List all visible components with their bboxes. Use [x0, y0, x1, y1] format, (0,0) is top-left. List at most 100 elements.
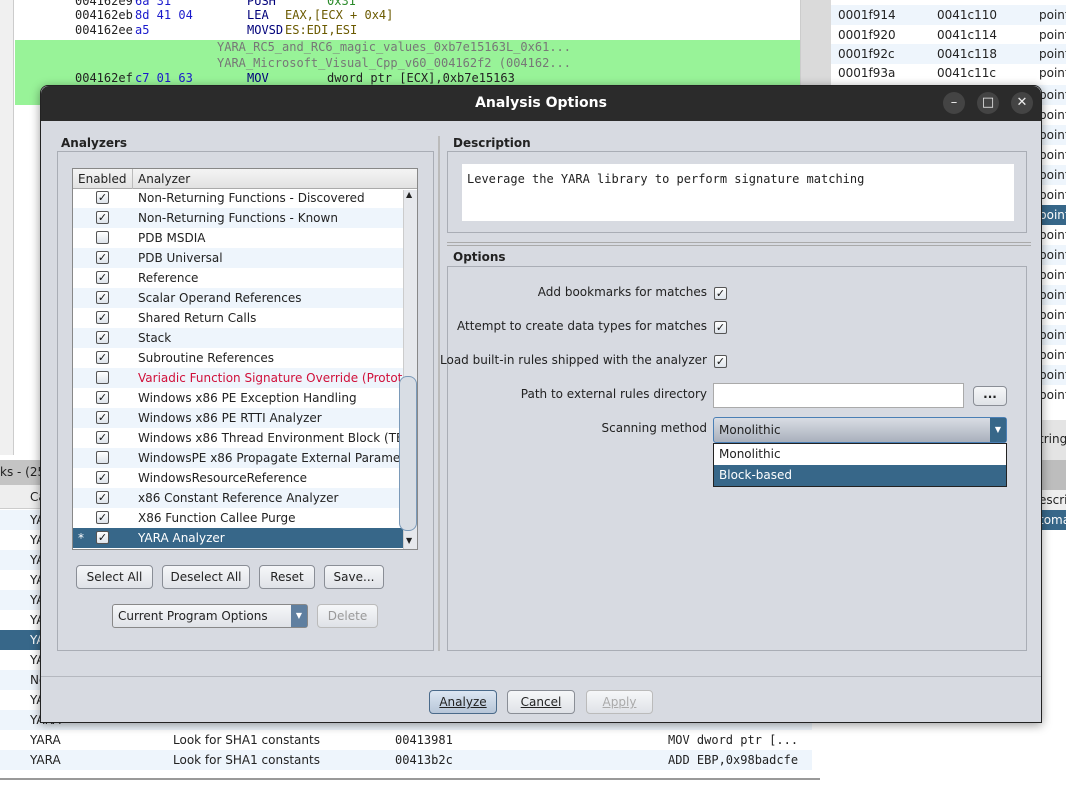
analyzer-table[interactable]: Enabled Analyzer ✓ Non-Returning Function… [72, 168, 418, 550]
analyzer-name: YARA Analyzer [138, 531, 225, 545]
create-types-checkbox[interactable]: ✓ [714, 321, 727, 334]
analyzer-enabled-checkbox[interactable]: ✓ [96, 531, 109, 544]
analyzer-row[interactable]: ✓ Windows x86 PE Exception Handling [73, 388, 403, 408]
analyzer-row[interactable]: ✓ Subroutine References [73, 348, 403, 368]
label-text: YARA_RC5_and_RC6_magic_values_0xb7e15163… [217, 40, 572, 54]
scan-method-select[interactable]: Monolithic ▼ [713, 417, 1007, 443]
analyzer-row[interactable]: WindowsPE x86 Propagate External Paramet… [73, 448, 403, 468]
analyzer-enabled-checkbox[interactable]: ✓ [96, 291, 109, 304]
analyzer-row[interactable]: ✓ Scalar Operand References [73, 288, 403, 308]
deselect-all-button[interactable]: Deselect All [162, 565, 250, 589]
options-combo[interactable]: Current Program Options ▼ [112, 604, 308, 628]
cancel-button[interactable]: Cancel [507, 690, 575, 714]
scroll-up-icon[interactable]: ▲ [406, 190, 412, 199]
analyzer-row[interactable]: ✓ Reference [73, 268, 403, 288]
analyzer-enabled-checkbox[interactable]: ✓ [96, 491, 109, 504]
analyzer-enabled-checkbox[interactable]: ✓ [96, 391, 109, 404]
analyzer-row[interactable]: PDB MSDIA [73, 228, 403, 248]
table-row[interactable]: 0001f93a 0041c11c point [831, 63, 1066, 83]
analyzer-name: Scalar Operand References [138, 291, 302, 305]
analyzer-enabled-checkbox[interactable]: ✓ [96, 271, 109, 284]
analyzer-enabled-checkbox[interactable] [96, 231, 109, 244]
path-label: Path to external rules directory [520, 387, 707, 401]
cell: 0001f93a [838, 66, 896, 80]
analyzer-enabled-checkbox[interactable] [96, 371, 109, 384]
minimize-icon[interactable]: – [943, 92, 965, 114]
analyzer-enabled-checkbox[interactable]: ✓ [96, 211, 109, 224]
cell: YARA [30, 753, 61, 767]
analyzer-row[interactable]: ✓ X86 Function Callee Purge [73, 508, 403, 528]
path-input[interactable] [713, 383, 964, 408]
analyzer-row[interactable]: ✓ Windows x86 Thread Environment Block (T… [73, 428, 403, 448]
dropdown-option-block-based[interactable]: Block-based [714, 465, 1006, 486]
scan-method-dropdown[interactable]: Monolithic Block-based [713, 443, 1007, 487]
add-bookmarks-checkbox[interactable]: ✓ [714, 287, 727, 300]
analyzer-enabled-checkbox[interactable]: ✓ [96, 351, 109, 364]
cell: toma [1039, 513, 1066, 527]
chevron-down-icon[interactable]: ▼ [291, 605, 307, 627]
table-row[interactable]: YARA Look for SHA1 constants 00413b2c ADD E… [0, 750, 812, 770]
analyzer-enabled-checkbox[interactable]: ✓ [96, 431, 109, 444]
bytes: 6a 31 [135, 0, 172, 8]
analyzer-row[interactable]: ✓ Windows x86 PE RTTI Analyzer [73, 408, 403, 428]
analyzer-row[interactable]: * ✓ YARA Analyzer [73, 528, 403, 548]
analyzer-row[interactable]: ✓ Non-Returning Functions - Discovered [73, 190, 403, 208]
analyzer-scrollbar[interactable]: ▲ ▼ [399, 190, 417, 549]
analyzer-enabled-checkbox[interactable]: ✓ [96, 191, 109, 204]
analyzer-row[interactable]: ✓ Non-Returning Functions - Known [73, 208, 403, 228]
table-row[interactable]: YARA Look for SHA1 constants 00413981 MOV d… [0, 730, 812, 750]
title-bar[interactable]: Analysis Options – □ ✕ [41, 86, 1041, 121]
analyzer-row[interactable]: Variadic Function Signature Override (Pr… [73, 368, 403, 388]
table-row[interactable]: 0001f914 0041c110 point [831, 5, 1066, 25]
analyzer-enabled-checkbox[interactable]: ✓ [96, 311, 109, 324]
scan-method-label: Scanning method [601, 421, 708, 435]
browse-button[interactable]: ... [973, 386, 1007, 406]
table-row[interactable]: 0001f920 0041c114 point [831, 25, 1066, 45]
split-handle[interactable] [447, 242, 1031, 246]
modified-marker: * [78, 531, 84, 545]
analyzer-name: Windows x86 PE RTTI Analyzer [138, 411, 322, 425]
scroll-thumb[interactable] [399, 376, 417, 531]
maximize-icon[interactable]: □ [977, 92, 999, 114]
scroll-down-icon[interactable]: ▼ [406, 536, 412, 545]
analyzer-name: Non-Returning Functions - Known [138, 211, 338, 225]
column-enabled[interactable]: Enabled [78, 169, 127, 189]
mnemonic: MOV [247, 71, 269, 85]
cell: point [1039, 8, 1066, 22]
divider [0, 778, 820, 780]
analyzer-row[interactable]: ✓ x86 Constant Reference Analyzer [73, 488, 403, 508]
analyzer-enabled-checkbox[interactable]: ✓ [96, 331, 109, 344]
dropdown-option-monolithic[interactable]: Monolithic [714, 444, 1006, 465]
analyzer-enabled-checkbox[interactable]: ✓ [96, 411, 109, 424]
column-analyzer[interactable]: Analyzer [138, 169, 190, 189]
analyzer-name: Shared Return Calls [138, 311, 257, 325]
listing-label: YARA_RC5_and_RC6_magic_values_0xb7e15163… [0, 40, 810, 57]
split-divider[interactable] [438, 136, 440, 651]
select-all-button[interactable]: Select All [76, 565, 153, 589]
cell: YARA [30, 733, 61, 747]
chevron-down-icon[interactable]: ▼ [990, 418, 1006, 442]
analyze-button[interactable]: Analyze [429, 690, 497, 714]
save-button[interactable]: Save... [324, 565, 384, 589]
operand: EAX,[ECX + 0x4] [285, 8, 394, 22]
listing-row[interactable]: 004162ee a5 MOVSD ES:EDI,ESI [0, 23, 810, 40]
analyzer-row[interactable]: ✓ Shared Return Calls [73, 308, 403, 328]
load-builtin-checkbox[interactable]: ✓ [714, 355, 727, 368]
analyzer-enabled-checkbox[interactable]: ✓ [96, 251, 109, 264]
analyzer-enabled-checkbox[interactable]: ✓ [96, 511, 109, 524]
cell: 0041c11c [937, 66, 997, 80]
analyzer-row[interactable]: ✓ PDB Universal [73, 248, 403, 268]
analysis-options-dialog: Analysis Options – □ ✕ Analyzers Enabled… [40, 85, 1042, 723]
analyzer-enabled-checkbox[interactable]: ✓ [96, 471, 109, 484]
analyzer-row[interactable]: ✓ Stack [73, 328, 403, 348]
analyzer-name: Non-Returning Functions - Discovered [138, 191, 365, 205]
cell: point [1039, 188, 1066, 202]
analyzer-enabled-checkbox[interactable] [96, 451, 109, 464]
operand: ES:EDI,ESI [285, 23, 358, 37]
analyzer-row[interactable]: ✓ WindowsResourceReference [73, 468, 403, 488]
reset-button[interactable]: Reset [259, 565, 315, 589]
table-row[interactable]: 0001f92c 0041c118 point [831, 44, 1066, 64]
cell: point [1039, 108, 1066, 122]
close-icon[interactable]: ✕ [1011, 92, 1033, 114]
cell: point [1039, 128, 1066, 142]
